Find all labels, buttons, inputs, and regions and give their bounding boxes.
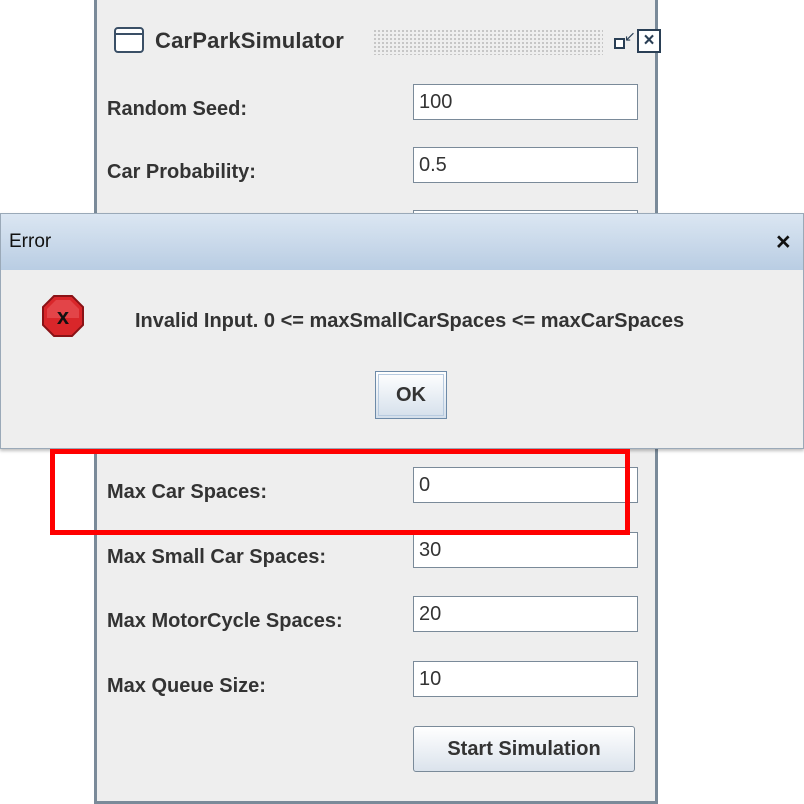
ok-button[interactable]: OK xyxy=(375,371,447,419)
random-seed-label: Random Seed: xyxy=(107,98,248,120)
dialog-title: Error xyxy=(9,231,52,252)
max-motorcycle-spaces-input[interactable]: 20 xyxy=(413,596,638,632)
max-small-car-spaces-input[interactable]: 30 xyxy=(413,532,638,568)
titlebar-grip xyxy=(373,29,603,55)
car-probability-label: Car Probability: xyxy=(107,161,256,183)
error-dialog: Error × x Invalid Input. 0 <= maxSmallCa… xyxy=(0,213,804,449)
window-icon xyxy=(114,27,144,53)
error-message: Invalid Input. 0 <= maxSmallCarSpaces <=… xyxy=(135,310,685,332)
restore-button[interactable]: ↙ xyxy=(612,28,636,54)
max-motorcycle-spaces-label: Max MotorCycle Spaces: xyxy=(107,610,343,632)
svg-text:x: x xyxy=(57,304,70,329)
arrow-icon: ↙ xyxy=(624,28,636,44)
titlebar[interactable]: CarParkSimulator ↙ × xyxy=(97,0,661,80)
max-queue-size-label: Max Queue Size: xyxy=(107,675,266,697)
random-seed-input[interactable]: 100 xyxy=(413,84,638,120)
car-probability-input[interactable]: 0.5 xyxy=(413,147,638,183)
dialog-close-button[interactable]: × xyxy=(776,228,791,257)
start-simulation-button[interactable]: Start Simulation xyxy=(413,726,635,772)
max-car-spaces-input[interactable]: 0 xyxy=(413,467,638,503)
error-x-icon: x xyxy=(41,294,85,338)
max-car-spaces-label: Max Car Spaces: xyxy=(107,481,268,503)
window-close-button[interactable]: × xyxy=(637,29,661,53)
dialog-titlebar[interactable]: Error × xyxy=(1,214,803,270)
window-title: CarParkSimulator xyxy=(155,28,345,53)
max-queue-size-input[interactable]: 10 xyxy=(413,661,638,697)
screen: CarParkSimulator ↙ × Random Seed: 100 Ca… xyxy=(0,0,804,804)
max-small-car-spaces-label: Max Small Car Spaces: xyxy=(107,546,326,568)
